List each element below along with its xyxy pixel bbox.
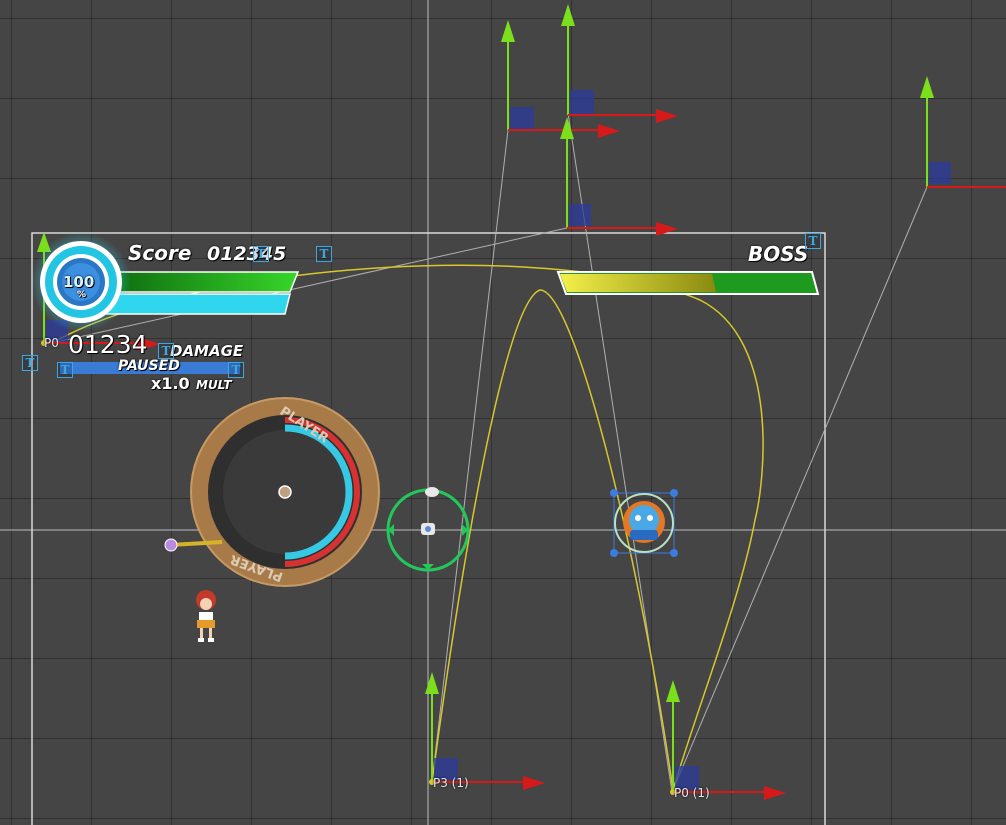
mult-value: x1.0 bbox=[151, 374, 190, 393]
text-component-icon[interactable]: T bbox=[57, 362, 73, 378]
boss-sprite-icon[interactable] bbox=[610, 489, 678, 557]
mult-label: MULT bbox=[196, 378, 232, 392]
health-percent-unit: % bbox=[77, 290, 87, 300]
score-label: Score bbox=[128, 241, 192, 265]
path-label-p0-1: P0 (1) bbox=[674, 786, 710, 800]
damage-value: 01234 bbox=[68, 330, 148, 359]
scene-view[interactable]: 100 % Score 012345 BOSS 01234 DAMAGE PAU… bbox=[0, 0, 1006, 825]
player-character-icon[interactable] bbox=[196, 590, 216, 642]
scene-overlay bbox=[0, 0, 1006, 825]
text-component-icon[interactable]: T bbox=[316, 246, 332, 262]
player-health-bar bbox=[104, 271, 300, 315]
transform-gizmo-top-left[interactable] bbox=[501, 20, 620, 138]
player-ring[interactable] bbox=[190, 397, 380, 587]
drone-icon[interactable] bbox=[421, 487, 439, 535]
transform-gizmo-right[interactable] bbox=[920, 76, 1006, 188]
text-component-icon[interactable]: T bbox=[158, 343, 174, 359]
paused-label: PAUSED bbox=[118, 358, 180, 374]
transform-gizmo-top-center[interactable] bbox=[561, 4, 678, 123]
boss-label: BOSS bbox=[748, 242, 809, 266]
boss-health-bar bbox=[556, 271, 820, 295]
text-component-icon[interactable]: T bbox=[22, 355, 38, 371]
path-label-p3: P3 (1) bbox=[433, 776, 469, 790]
score-value: 012345 bbox=[207, 243, 287, 265]
text-component-icon[interactable]: T bbox=[253, 246, 269, 262]
transform-gizmo-p0-1[interactable] bbox=[666, 680, 786, 800]
damage-label: DAMAGE bbox=[170, 342, 244, 360]
bezier-handle-lines bbox=[51, 112, 928, 793]
text-component-icon[interactable]: T bbox=[228, 362, 244, 378]
health-percent-value: 100 bbox=[63, 273, 95, 291]
text-component-icon[interactable]: T bbox=[805, 233, 821, 249]
path-label-p0: P0 bbox=[44, 336, 59, 350]
